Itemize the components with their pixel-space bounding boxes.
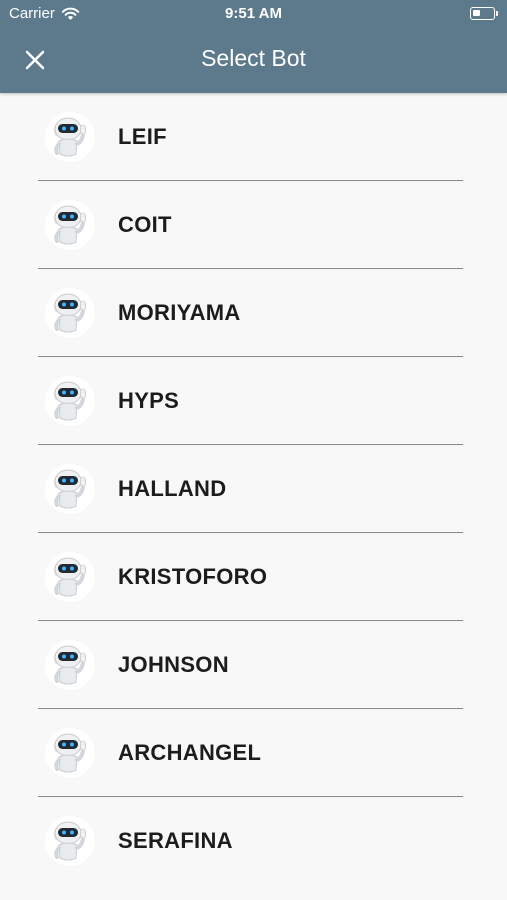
bot-name: SERAFINA bbox=[118, 828, 233, 853]
robot-avatar-icon bbox=[45, 375, 95, 426]
robot-avatar-icon bbox=[45, 199, 95, 250]
robot-avatar-icon bbox=[45, 551, 95, 602]
robot-avatar-icon bbox=[45, 639, 95, 690]
bot-list-item[interactable]: HALLAND bbox=[38, 445, 463, 533]
bot-list-item[interactable]: LEIF bbox=[38, 93, 463, 181]
bot-name: COIT bbox=[118, 211, 172, 237]
bot-name: KRISTOFORO bbox=[118, 563, 268, 589]
battery-icon bbox=[470, 7, 498, 20]
bot-name: JOHNSON bbox=[118, 651, 229, 677]
bot-list-item[interactable]: MORIYAMA bbox=[38, 269, 463, 357]
header: Carrier 9:51 AM Select Bot bbox=[0, 0, 507, 93]
robot-avatar-icon bbox=[45, 287, 95, 338]
robot-avatar-icon bbox=[45, 463, 95, 514]
bot-name: MORIYAMA bbox=[118, 299, 241, 325]
bot-list-item[interactable]: ARCHANGEL bbox=[38, 709, 463, 797]
status-bar: Carrier 9:51 AM bbox=[0, 0, 507, 28]
bot-list-item[interactable]: SERAFINA bbox=[38, 797, 463, 885]
page-title: Select Bot bbox=[201, 45, 306, 71]
nav-bar: Select Bot bbox=[0, 28, 507, 93]
bot-name: HALLAND bbox=[118, 475, 227, 501]
bot-list-item[interactable]: KRISTOFORO bbox=[38, 533, 463, 621]
bot-name: ARCHANGEL bbox=[118, 739, 262, 765]
bot-list: LEIF COIT MORIYAMA HYPS HALLAND KRISTOFO… bbox=[0, 93, 507, 885]
app-screen: Carrier 9:51 AM Select Bot LEIF COIT MOR… bbox=[0, 0, 507, 900]
status-time: 9:51 AM bbox=[225, 5, 282, 22]
robot-avatar-icon bbox=[45, 727, 95, 778]
bot-list-item[interactable]: HYPS bbox=[38, 357, 463, 445]
robot-avatar-icon bbox=[45, 816, 95, 866]
bot-list-item[interactable]: COIT bbox=[38, 181, 463, 269]
bot-list-item[interactable]: JOHNSON bbox=[38, 621, 463, 709]
bot-name: LEIF bbox=[118, 123, 167, 149]
bot-name: HYPS bbox=[118, 387, 180, 413]
robot-avatar-icon bbox=[45, 111, 95, 162]
